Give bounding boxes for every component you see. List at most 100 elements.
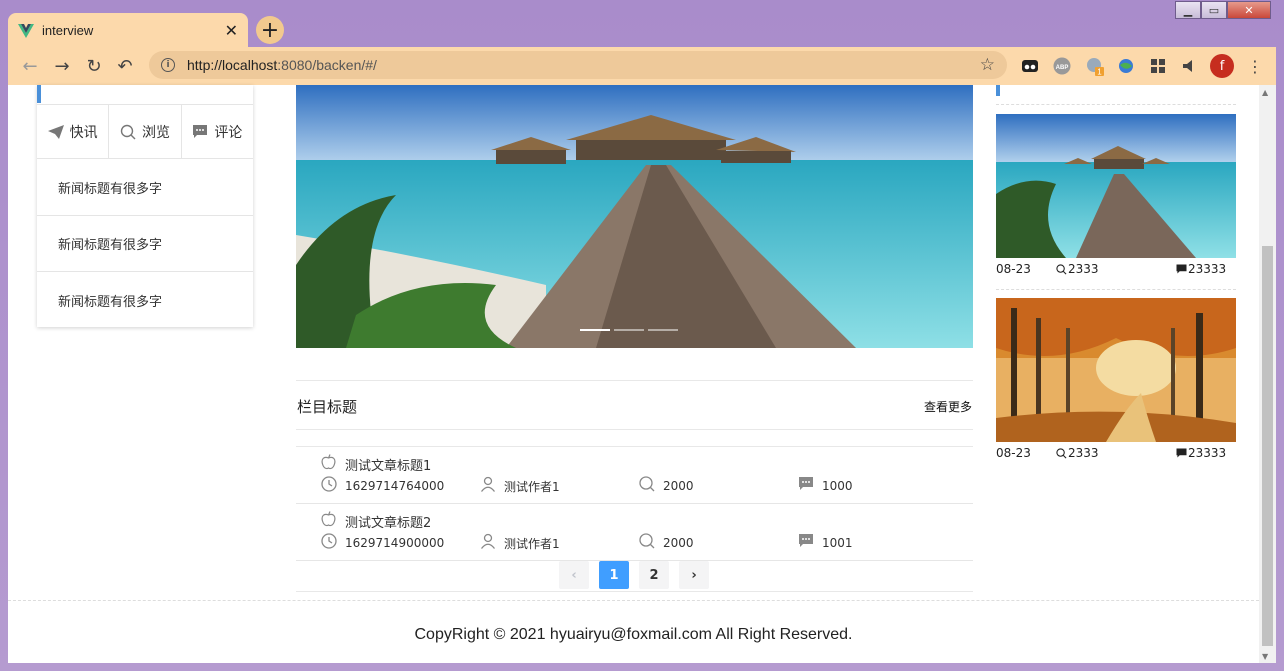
forward-icon[interactable]: → — [51, 55, 73, 77]
carousel-indicator[interactable] — [614, 329, 644, 331]
news-item[interactable]: 新闻标题有很多字 — [37, 216, 253, 272]
pagination-page-1[interactable]: 1 — [599, 561, 629, 589]
comment-icon — [1176, 264, 1187, 274]
carousel-indicators — [580, 329, 678, 331]
search-icon — [1056, 447, 1067, 458]
right-accent-bar — [996, 85, 1000, 96]
svg-text:ABP: ABP — [1056, 65, 1069, 71]
bookmark-star-icon[interactable]: ☆ — [980, 55, 995, 75]
close-window-icon[interactable]: ✕ — [1227, 1, 1271, 19]
tab-pinglun[interactable]: 评论 — [182, 105, 253, 158]
paper-plane-icon — [47, 124, 64, 139]
address-bar[interactable]: i http://localhost:8080/backen/#/ ☆ — [149, 51, 1007, 79]
article-title-text: 测试文章标题2 — [345, 515, 432, 531]
article-author: 测试作者1 — [479, 533, 560, 553]
scrollbar-thumb[interactable] — [1262, 246, 1273, 646]
menu-dots-icon[interactable]: ⋮ — [1245, 56, 1265, 76]
views-value: 2000 — [663, 536, 694, 550]
author-value: 测试作者1 — [504, 479, 560, 494]
views-value: 2333 — [1068, 446, 1099, 460]
card-accent-bar — [37, 85, 41, 103]
footer-copyright: CopyRight © 2021 hyuairyu@foxmail.com Al… — [414, 626, 853, 643]
window-bottom-edge — [0, 663, 1284, 671]
pagination-bottom-border — [296, 591, 973, 592]
tab-label: 浏览 — [141, 124, 170, 141]
tab-liulan[interactable]: 浏览 — [109, 105, 182, 158]
views-value: 2333 — [1068, 262, 1099, 276]
article-row[interactable]: 测试文章标题1 1629714764000 测试作者1 2000 1000 — [296, 447, 973, 504]
side-post-image[interactable] — [996, 114, 1236, 258]
reload-icon[interactable]: ↻ — [83, 55, 105, 77]
vue-logo-icon — [18, 23, 34, 38]
comment-icon — [797, 533, 814, 552]
pagination-prev-button[interactable]: ‹ — [559, 561, 589, 589]
profile-avatar[interactable]: f — [1210, 54, 1234, 78]
post-comments: 23333 — [1176, 446, 1226, 460]
pagination-page-2[interactable]: 2 — [639, 561, 669, 589]
tab-label: 评论 — [214, 124, 243, 141]
tab-label: 快讯 — [69, 124, 98, 141]
apple-icon — [320, 454, 337, 474]
carousel-indicator[interactable] — [580, 329, 610, 331]
article-title[interactable]: 测试文章标题1 — [320, 454, 431, 474]
time-value: 1629714764000 — [345, 479, 445, 493]
globe-extension-icon[interactable] — [1116, 56, 1136, 76]
news-item[interactable]: 新闻标题有很多字 — [37, 272, 253, 328]
side-post-meta: 08-23 2333 23333 — [996, 262, 1236, 278]
article-views: 2000 — [638, 533, 694, 553]
search-icon — [1056, 263, 1067, 274]
site-info-icon[interactable]: i — [161, 58, 175, 72]
article-row[interactable]: 测试文章标题2 1629714900000 测试作者1 2000 1001 — [296, 504, 973, 561]
side-post-meta: 08-23 2333 23333 — [996, 446, 1236, 462]
svg-text:1: 1 — [1097, 68, 1102, 77]
browser-tab[interactable]: interview ✕ — [8, 13, 248, 48]
window-controls: ▁ ▭ ✕ — [1175, 1, 1271, 20]
news-tabs: 快讯 浏览 评论 — [37, 104, 253, 159]
comments-value: 1000 — [822, 478, 853, 493]
autumn-forest-image — [996, 298, 1236, 442]
image-carousel[interactable] — [296, 85, 973, 348]
back-icon[interactable]: ← — [19, 55, 41, 77]
carousel-beach-image — [296, 85, 973, 348]
side-post-image[interactable] — [996, 298, 1236, 442]
mute-tab-icon[interactable] — [1180, 56, 1200, 76]
article-time: 1629714764000 — [320, 476, 444, 496]
comments-value: 23333 — [1188, 446, 1227, 460]
apple-icon — [320, 511, 337, 531]
url-text[interactable]: http://localhost:8080/backen/#/ — [187, 57, 980, 73]
extension-badge-icon[interactable]: 1 — [1085, 56, 1105, 76]
section-title: 栏目标题 — [297, 398, 358, 416]
right-divider — [996, 289, 1236, 290]
post-comments: 23333 — [1176, 262, 1226, 276]
post-date: 08-23 — [996, 262, 1031, 276]
article-title[interactable]: 测试文章标题2 — [320, 511, 431, 531]
scroll-down-icon[interactable]: ▼ — [1262, 652, 1268, 661]
pagination-next-button[interactable]: › — [679, 561, 709, 589]
article-views: 2000 — [638, 476, 694, 496]
footer-divider — [8, 600, 1259, 601]
user-icon — [479, 476, 496, 496]
article-author: 测试作者1 — [479, 476, 560, 496]
post-views: 2333 — [1056, 262, 1099, 276]
clock-icon — [320, 476, 337, 496]
adblock-icon[interactable]: ABP — [1052, 56, 1072, 76]
search-icon — [120, 124, 136, 139]
scroll-up-icon[interactable]: ▲ — [1262, 88, 1268, 97]
post-date: 08-23 — [996, 446, 1031, 460]
comment-icon — [1176, 448, 1187, 458]
minimize-icon[interactable]: ▁ — [1175, 1, 1201, 19]
right-divider — [996, 104, 1236, 105]
views-value: 2000 — [663, 479, 694, 493]
extension-icon-1[interactable] — [1020, 56, 1040, 76]
new-tab-button[interactable]: + — [256, 16, 284, 44]
news-item[interactable]: 新闻标题有很多字 — [37, 160, 253, 216]
undo-icon[interactable]: ↶ — [114, 55, 136, 77]
carousel-indicator[interactable] — [648, 329, 678, 331]
apps-grid-icon[interactable] — [1148, 56, 1168, 76]
maximize-icon[interactable]: ▭ — [1201, 1, 1227, 19]
beach-thumbnail-image — [996, 114, 1236, 258]
view-more-link[interactable]: 查看更多 — [924, 398, 972, 415]
tab-kuaixun[interactable]: 快讯 — [37, 105, 110, 158]
tab-close-icon[interactable]: ✕ — [225, 21, 238, 40]
clock-icon — [320, 533, 337, 553]
